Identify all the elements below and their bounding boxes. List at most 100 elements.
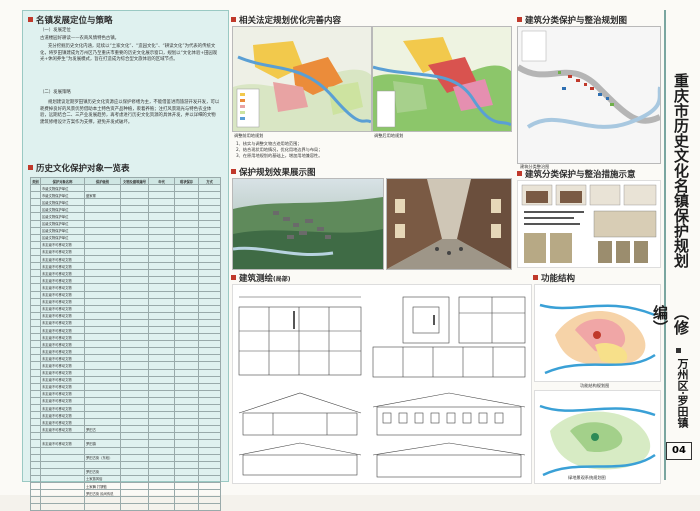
table-cell: 未定级不可移动文物 bbox=[40, 276, 85, 285]
table-cell: 罗田古街 民间传说 bbox=[84, 489, 121, 498]
table-row: 区级文物保护单位 bbox=[30, 205, 221, 214]
table-cell bbox=[84, 347, 121, 356]
table-cell bbox=[30, 198, 41, 207]
table-cell bbox=[174, 432, 199, 441]
table-header-cell: 文物及建筑编号 bbox=[120, 176, 149, 186]
table-cell bbox=[148, 496, 175, 505]
table-cell bbox=[174, 262, 199, 271]
table-row: 未定级不可移动文物 bbox=[30, 311, 221, 320]
table-cell bbox=[84, 212, 121, 221]
table-cell bbox=[30, 354, 41, 363]
table-cell bbox=[40, 503, 85, 511]
table-cell bbox=[84, 496, 121, 505]
table-cell bbox=[174, 255, 199, 264]
table-cell bbox=[198, 403, 221, 413]
table-cell bbox=[30, 255, 41, 264]
table-cell: 未定级不可移动文物 bbox=[40, 411, 85, 420]
table-row: 未定级不可移动文物 bbox=[30, 290, 221, 299]
table-cell bbox=[30, 460, 41, 469]
table-row: 区级文物保护单位 bbox=[30, 226, 221, 235]
table-cell bbox=[40, 432, 85, 441]
table-cell bbox=[174, 411, 199, 420]
board-district: 万州区·罗田镇 bbox=[676, 358, 689, 428]
table-cell bbox=[198, 382, 221, 391]
table-cell: 未定级不可移动文物 bbox=[40, 269, 85, 278]
table-cell: 区级文物保护单位 bbox=[40, 219, 85, 228]
table-cell bbox=[174, 240, 199, 249]
table-cell bbox=[198, 368, 221, 377]
table-cell bbox=[148, 418, 175, 427]
table-cell bbox=[174, 311, 199, 320]
table-cell bbox=[120, 290, 149, 299]
section-marker-icon bbox=[231, 17, 236, 22]
table-cell bbox=[174, 205, 199, 214]
table-cell bbox=[174, 482, 199, 491]
table-cell bbox=[84, 318, 121, 327]
table-cell bbox=[198, 325, 221, 335]
table-cell bbox=[198, 482, 221, 491]
table-cell bbox=[174, 304, 199, 313]
table-cell bbox=[148, 262, 175, 271]
table-row: 未定级不可移动文物 罗田古 bbox=[30, 425, 221, 434]
table-cell bbox=[84, 283, 121, 292]
section-title-building-survey: 建筑测绘(局部) bbox=[231, 272, 291, 284]
table-row: 未定级不可移动文物 bbox=[30, 382, 221, 391]
table-cell bbox=[120, 212, 149, 221]
protection-objects-table: 类别 保护对象名称 保护级别 文物及建筑编号 年代 现状保存 方式 市级文物保护单位 市级文物… bbox=[30, 176, 221, 511]
table-cell: 未定级不可移动文物 bbox=[40, 325, 85, 335]
positioning-slogan: 古道楼园好耕读——农商风情特色古镇。 bbox=[40, 36, 120, 41]
table-cell bbox=[30, 318, 41, 327]
table-row: 未定级不可移动文物 bbox=[30, 304, 221, 313]
table-cell bbox=[198, 283, 221, 292]
table-cell bbox=[30, 368, 41, 377]
table-cell bbox=[148, 212, 175, 221]
table-cell: 未定级不可移动文物 bbox=[40, 333, 85, 342]
table-cell bbox=[120, 389, 149, 398]
table-row: 未定级不可移动文物 罗田镇 bbox=[30, 439, 221, 448]
table-cell bbox=[174, 184, 199, 193]
table-cell bbox=[30, 503, 41, 511]
table-row: 未定级不可移动文物 bbox=[30, 240, 221, 249]
table-cell: 未定级不可移动文物 bbox=[40, 389, 85, 398]
table-cell bbox=[120, 432, 149, 441]
table-cell bbox=[120, 198, 149, 207]
measures-illustration bbox=[517, 180, 661, 268]
table-cell: 未定级不可移动文物 bbox=[40, 304, 85, 313]
table-cell bbox=[198, 318, 221, 327]
caption-map-before: 调整前用地规划 bbox=[234, 133, 264, 138]
table-cell bbox=[84, 304, 121, 313]
table-cell bbox=[84, 255, 121, 264]
table-cell bbox=[30, 496, 41, 505]
table-row: 未定级不可移动文物 bbox=[30, 333, 221, 342]
table-cell bbox=[198, 255, 221, 264]
subheading-strategy: （二）发展策略 bbox=[40, 90, 71, 95]
table-cell: 区级文物保护单位 bbox=[40, 233, 85, 242]
table-cell bbox=[30, 411, 41, 420]
section-marker-icon bbox=[517, 17, 522, 22]
table-cell bbox=[30, 269, 41, 278]
table-row: 未定级不可移动文物 bbox=[30, 403, 221, 413]
table-row: 未定级不可移动文物 bbox=[30, 411, 221, 420]
table-cell bbox=[84, 219, 121, 228]
table-row: 罗田古街（东段） bbox=[30, 453, 221, 462]
table-cell bbox=[174, 439, 199, 448]
table-cell bbox=[174, 489, 199, 498]
table-cell bbox=[198, 439, 221, 448]
table-cell bbox=[84, 297, 121, 306]
table-cell bbox=[148, 425, 175, 434]
table-cell bbox=[30, 432, 41, 441]
table-cell bbox=[84, 247, 121, 257]
table-cell bbox=[120, 304, 149, 313]
table-row: 区级文物保护单位 bbox=[30, 219, 221, 228]
table-cell bbox=[30, 467, 41, 476]
table-cell bbox=[174, 496, 199, 505]
table-row: 未定级不可移动文物 bbox=[30, 340, 221, 349]
table-header-cell: 类别 bbox=[30, 176, 41, 186]
table-cell bbox=[174, 389, 199, 398]
table-cell bbox=[174, 347, 199, 356]
function-structure-map bbox=[534, 284, 661, 382]
table-cell bbox=[30, 304, 41, 313]
table-cell bbox=[174, 403, 199, 413]
classification-map bbox=[517, 26, 661, 164]
section-title-protection-list: 历史文化保护对象一览表 bbox=[28, 162, 130, 174]
